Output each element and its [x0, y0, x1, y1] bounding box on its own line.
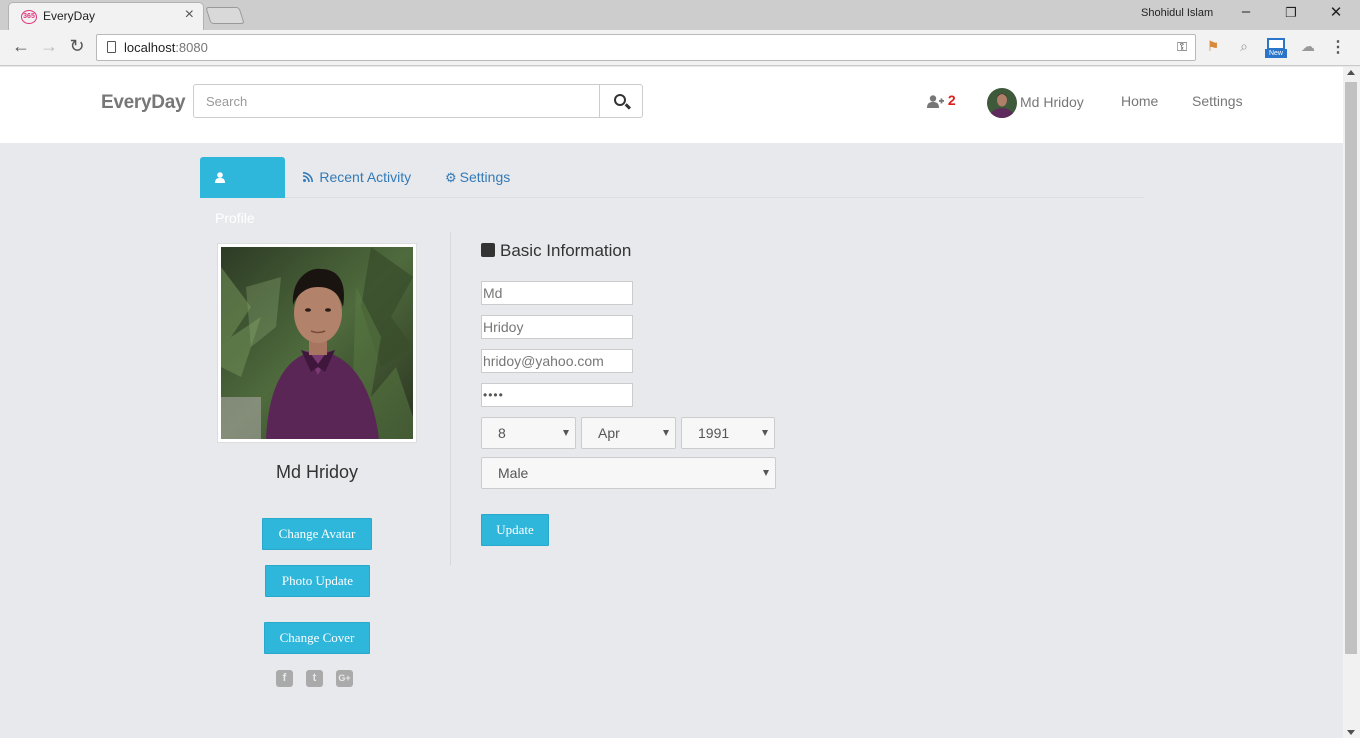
restore-icon[interactable]: ❐ [1276, 5, 1306, 21]
change-cover-button[interactable]: Change Cover [264, 622, 370, 654]
tab-recent-activity[interactable]: Recent Activity [288, 157, 426, 198]
search-icon [614, 94, 626, 106]
chevron-down-icon [763, 470, 769, 476]
reload-icon[interactable]: ↻ [66, 36, 88, 57]
profile-name: Md Hridoy [275, 462, 359, 482]
tab-profile[interactable]: Profile [200, 157, 285, 226]
back-icon[interactable]: ← [10, 36, 32, 57]
profile-avatar [217, 243, 417, 443]
close-tab-icon[interactable]: × [185, 6, 194, 24]
address-bar[interactable]: localhost:8080 ⚿ [96, 34, 1196, 61]
extension-flag-icon[interactable]: ⚑ [1202, 38, 1224, 58]
email-field[interactable]: hridoy@yahoo.com [481, 349, 633, 373]
scroll-up-icon[interactable] [1347, 70, 1355, 75]
first-name-field[interactable]: Md [481, 281, 633, 305]
change-avatar-button[interactable]: Change Avatar [262, 518, 372, 550]
minimize-icon[interactable]: – [1231, 3, 1261, 20]
new-tab-button[interactable] [205, 7, 245, 24]
friend-requests[interactable]: 2 [927, 92, 956, 108]
nav-avatar[interactable] [987, 88, 1017, 118]
site-favicon-icon: 365 [21, 10, 37, 24]
user-icon [215, 171, 225, 185]
url-text[interactable]: localhost:8080 [124, 40, 208, 55]
chevron-down-icon [563, 430, 569, 436]
profile-tabs: Profile Recent Activity ⚙ Settings [200, 157, 1144, 226]
forward-icon[interactable]: → [38, 36, 60, 57]
dob-year-select[interactable]: 1991 [681, 417, 775, 449]
extension-search-icon[interactable]: ⌕ [1233, 38, 1255, 58]
scroll-down-icon[interactable] [1347, 730, 1355, 735]
facebook-icon[interactable]: f [276, 670, 293, 687]
page-info-icon[interactable] [107, 41, 116, 53]
scrollbar-thumb[interactable] [1345, 82, 1357, 654]
last-name-field[interactable]: Hridoy [481, 315, 633, 339]
extension-new-icon[interactable]: New [1265, 38, 1287, 58]
browser-profile-name[interactable]: Shohidul Islam [1141, 7, 1213, 19]
chevron-down-icon [762, 430, 768, 436]
google-plus-icon[interactable]: G+ [336, 670, 353, 687]
extension-cloud-icon[interactable]: ☁ [1297, 38, 1319, 58]
friend-request-badge: 2 [947, 92, 956, 108]
twitter-icon[interactable]: t [306, 670, 323, 687]
user-plus-icon [927, 95, 944, 108]
tab-settings[interactable]: ⚙ Settings [430, 157, 525, 198]
update-button[interactable]: Update [481, 514, 549, 546]
password-field[interactable]: •••• [481, 383, 633, 407]
dob-day-select[interactable]: 8 [481, 417, 576, 449]
brand-logo[interactable]: EveryDay [101, 92, 186, 114]
search-button[interactable] [599, 84, 643, 118]
browser-tab[interactable]: 365 EveryDay × [8, 2, 204, 30]
rss-icon [302, 171, 316, 185]
section-square-icon [481, 243, 495, 257]
browser-tab-title: EveryDay [43, 9, 96, 23]
nav-user-name[interactable]: Md Hridoy [1020, 94, 1084, 110]
key-icon[interactable]: ⚿ [1177, 39, 1187, 55]
search-input[interactable] [193, 84, 600, 118]
chevron-down-icon [663, 430, 669, 436]
gender-select[interactable]: Male [481, 457, 776, 489]
page-scrollbar[interactable] [1343, 67, 1360, 738]
section-title: Basic Information [481, 241, 631, 261]
gear-icon: ⚙ [445, 170, 457, 185]
browser-menu-icon[interactable]: ⋮ [1330, 37, 1346, 57]
nav-link-home[interactable]: Home [1121, 93, 1158, 109]
column-divider [450, 232, 451, 565]
dob-month-select[interactable]: Apr [581, 417, 676, 449]
photo-update-button[interactable]: Photo Update [265, 565, 370, 597]
window-close-icon[interactable]: ✕ [1321, 3, 1351, 21]
site-navbar: EveryDay 2 Md Hridoy Home Settings [0, 67, 1343, 143]
nav-link-settings[interactable]: Settings [1192, 93, 1243, 109]
browser-toolbar: ← → ↻ localhost:8080 ⚿ ⚑ ⌕ ☁ [0, 30, 1360, 66]
profile-photo [221, 247, 413, 439]
browser-titlebar: 365 EveryDay × Shohidul Islam – ❐ ✕ [0, 0, 1360, 30]
